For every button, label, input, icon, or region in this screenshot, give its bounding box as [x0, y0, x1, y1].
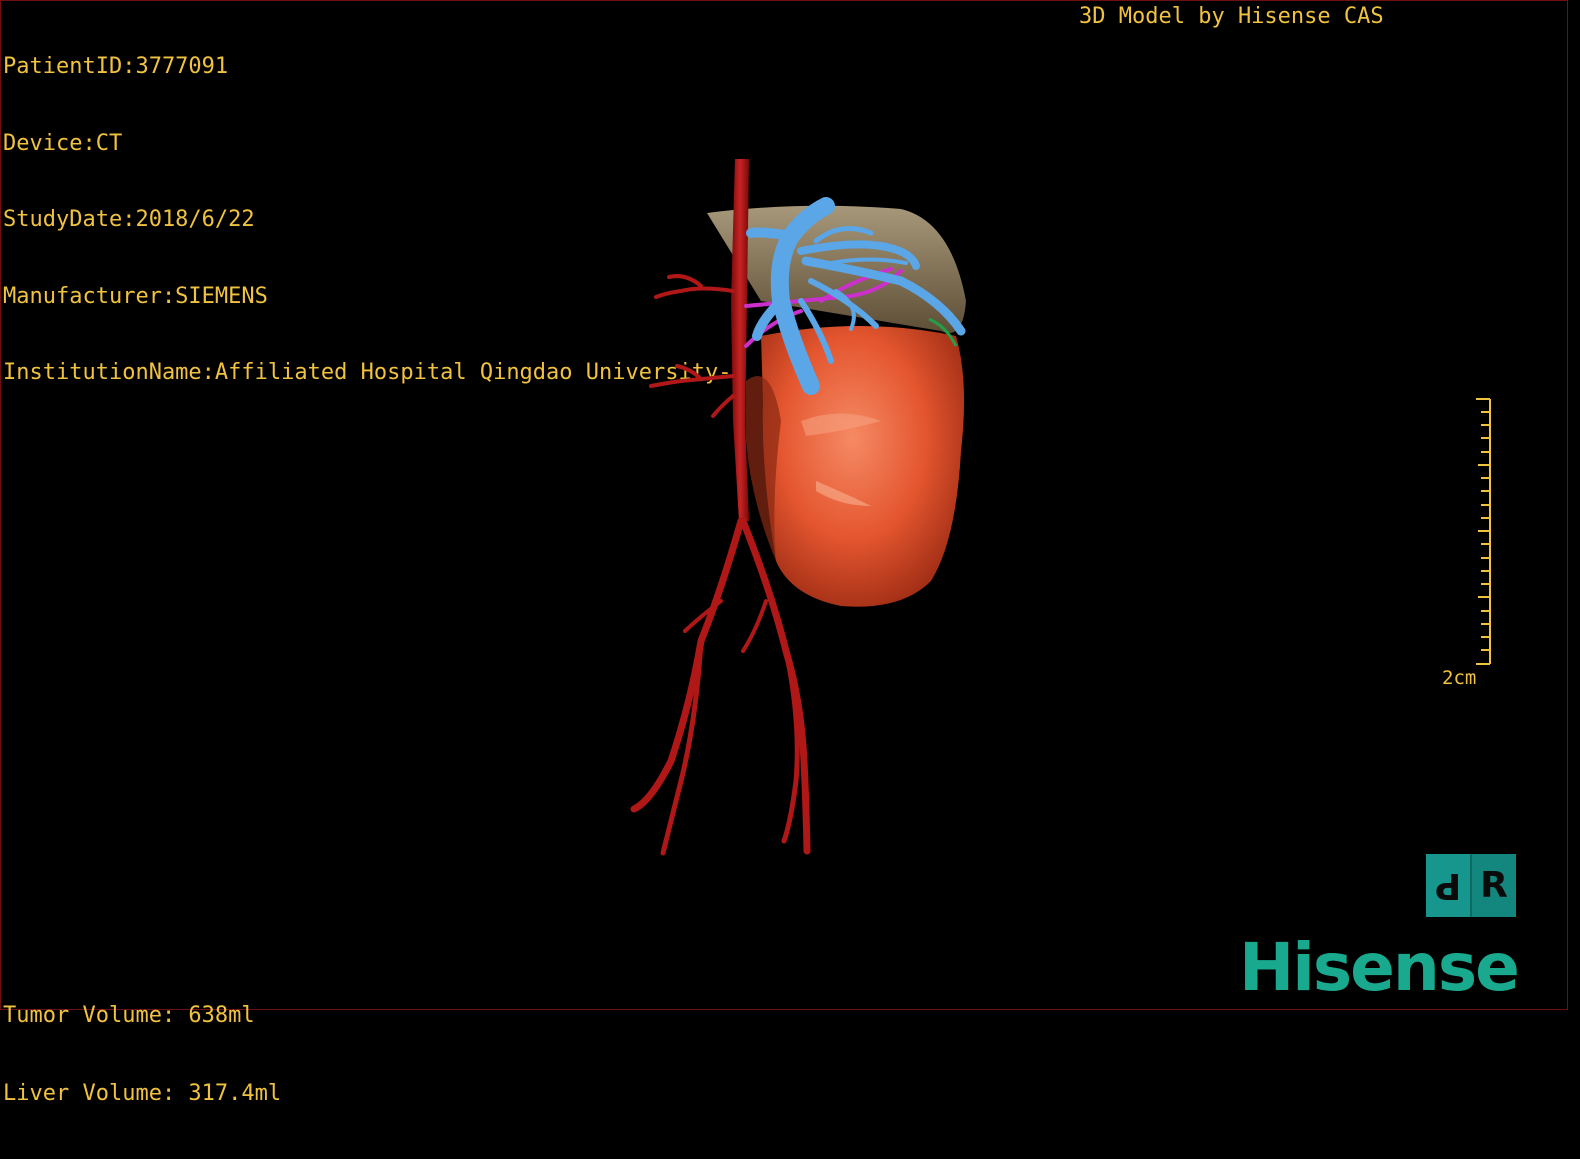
- tumor-volume-text: Tumor Volume: 638ml: [3, 1003, 255, 1028]
- hisense-logo: Hisense: [1239, 929, 1520, 1006]
- scale-bar-label: 2cm: [1442, 667, 1477, 689]
- orientation-face-r[interactable]: R: [1472, 854, 1516, 917]
- iliac-arteries: [630, 517, 811, 856]
- volume-info: Tumor Volume: 638ml Liver Volume: 317.4m…: [3, 951, 281, 1159]
- liver-volume-text: Liver Volume: 317.4ml: [3, 1081, 282, 1106]
- tumor-model: [761, 326, 965, 607]
- 3d-viewport[interactable]: PatientID:3777091 Device:CT StudyDate:20…: [0, 0, 1568, 1106]
- orientation-face-p[interactable]: P: [1426, 854, 1470, 917]
- renal-artery-branches: [649, 274, 735, 418]
- orientation-cube-icon[interactable]: P R: [1426, 854, 1516, 917]
- 3d-model-render[interactable]: [1, 1, 1567, 1009]
- aorta-model: [731, 159, 749, 521]
- scale-bar-icon: [1476, 398, 1491, 665]
